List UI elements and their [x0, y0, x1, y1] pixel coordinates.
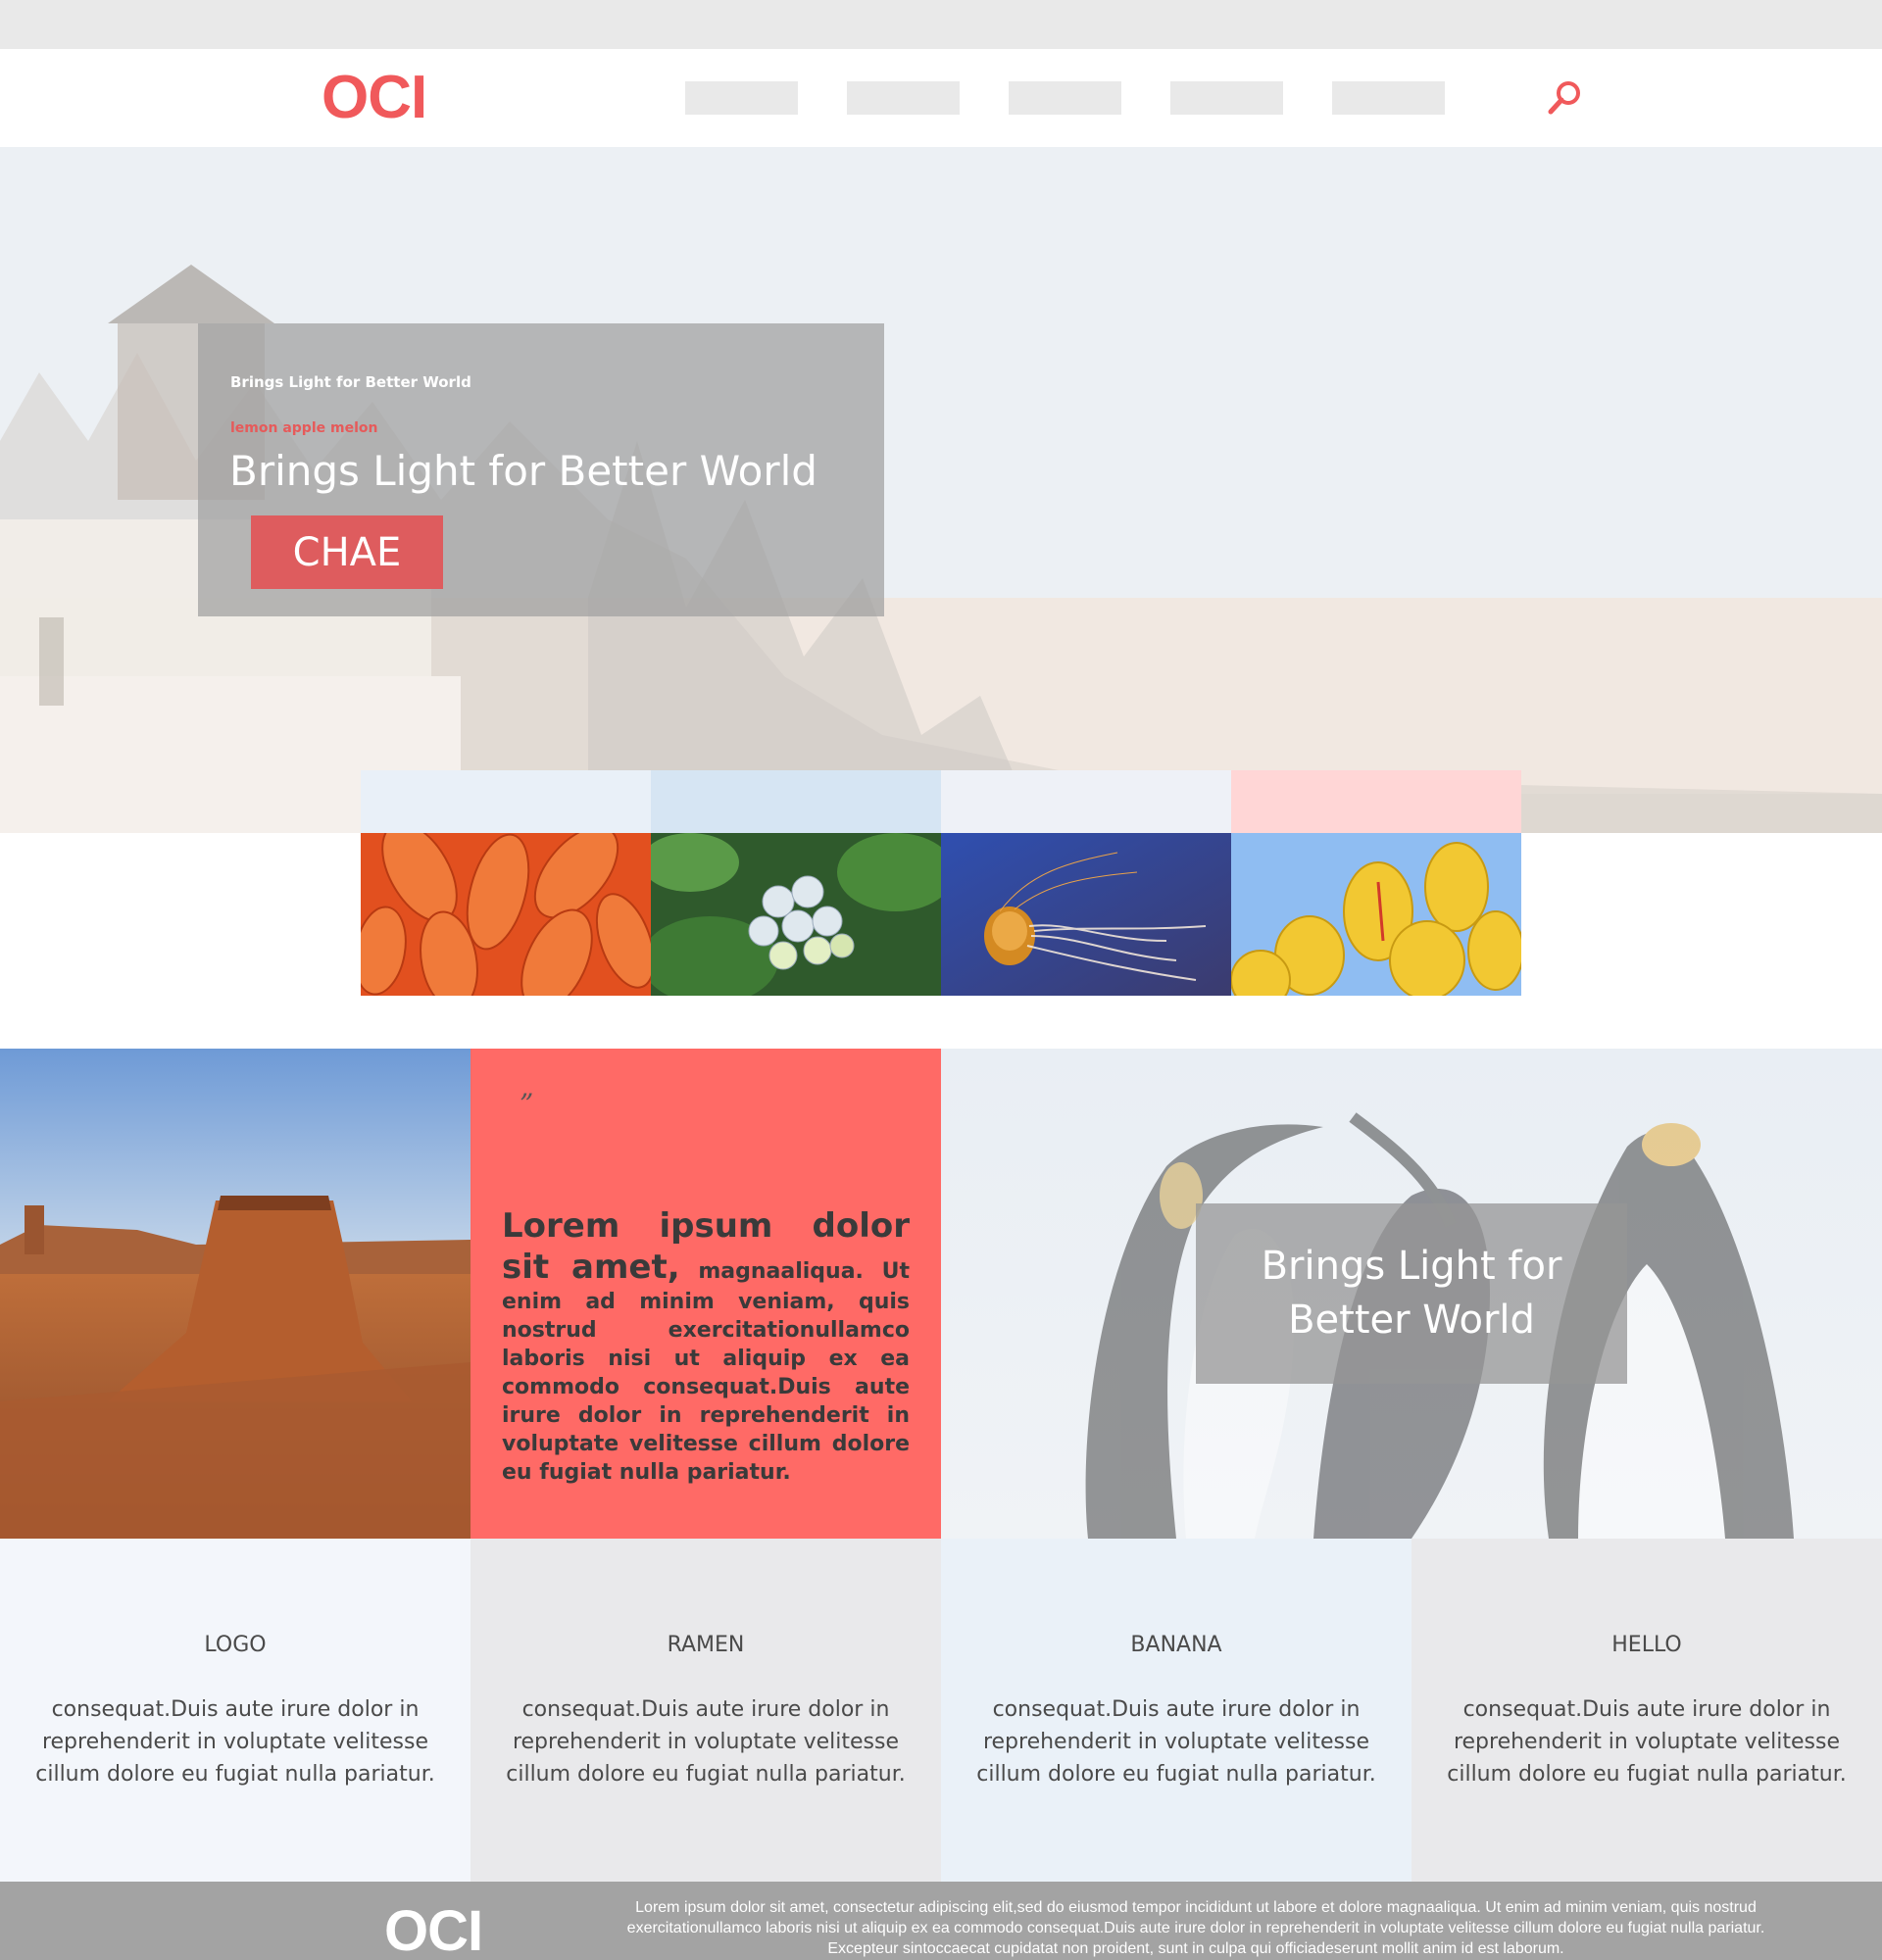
site-header: OCI [0, 49, 1882, 147]
gallery-tile-hydrangea[interactable] [651, 770, 941, 996]
penguin-caption: Brings Light for Better World [1196, 1203, 1627, 1384]
hydrangea-image [651, 833, 941, 996]
hero-title: Brings Light for Better World [229, 447, 817, 495]
quote-body: magnaaliqua. Ut enim ad minim veniam, qu… [502, 1259, 910, 1485]
brand-logo[interactable]: OCI [322, 63, 427, 133]
search-icon[interactable] [1543, 76, 1586, 120]
jellyfish-image [941, 833, 1231, 996]
gallery-tile-flower[interactable] [361, 770, 651, 996]
feature-row: ” Lorem ipsum dolor sit amet, magnaaliqu… [0, 1049, 1882, 1539]
tile-accent-3 [941, 770, 1231, 833]
main-nav [685, 81, 1445, 115]
column-title: RAMEN [667, 1633, 745, 1657]
column-1: LOGO consequat.Duis aute irure dolor in … [0, 1539, 470, 1882]
orange-flower-image [361, 833, 651, 996]
hero-card: Brings Light for Better World lemon appl… [198, 323, 884, 616]
column-body: consequat.Duis aute irure dolor in repre… [35, 1697, 435, 1787]
desert-butte-image [0, 1049, 470, 1539]
tile-accent-4 [1231, 770, 1521, 833]
hero-tag: lemon apple melon [230, 420, 378, 436]
penguin-panel: Brings Light for Better World [941, 1049, 1882, 1539]
column-title: BANANA [1130, 1633, 1222, 1657]
column-title: HELLO [1611, 1633, 1682, 1657]
gallery-tile-jellyfish[interactable] [941, 770, 1231, 996]
column-2: RAMEN consequat.Duis aute irure dolor in… [470, 1539, 941, 1882]
hero-cta-button[interactable]: CHAE [251, 515, 443, 589]
quote-panel: ” Lorem ipsum dolor sit amet, magnaaliqu… [470, 1049, 941, 1539]
column-title: LOGO [204, 1633, 267, 1657]
nav-item-3[interactable] [1009, 81, 1121, 115]
yellow-tulips-image [1231, 833, 1521, 996]
nav-item-4[interactable] [1170, 81, 1283, 115]
quote-text: Lorem ipsum dolor sit amet, magnaaliqua.… [502, 1205, 910, 1487]
nav-item-5[interactable] [1332, 81, 1445, 115]
top-strip [0, 0, 1882, 49]
column-body: consequat.Duis aute irure dolor in repre… [1447, 1697, 1847, 1787]
footer-logo[interactable]: OCI [384, 1899, 483, 1960]
nav-item-2[interactable] [847, 81, 960, 115]
column-3: BANANA consequat.Duis aute irure dolor i… [941, 1539, 1412, 1882]
column-body: consequat.Duis aute irure dolor in repre… [506, 1697, 906, 1787]
feature-columns: LOGO consequat.Duis aute irure dolor in … [0, 1539, 1882, 1882]
column-4: HELLO consequat.Duis aute irure dolor in… [1412, 1539, 1882, 1882]
gallery-tiles [361, 770, 1521, 996]
nav-item-1[interactable] [685, 81, 798, 115]
hero-banner: Brings Light for Better World lemon appl… [0, 147, 1882, 833]
footer-text: Lorem ipsum dolor sit amet, consectetur … [626, 1899, 1765, 1957]
gallery-tile-tulips[interactable] [1231, 770, 1521, 996]
tile-accent-1 [361, 770, 651, 833]
quote-mark: ” [520, 1088, 534, 1120]
column-body: consequat.Duis aute irure dolor in repre… [976, 1697, 1376, 1787]
site-footer: OCI Lorem ipsum dolor sit amet, consecte… [0, 1882, 1882, 1960]
tile-accent-2 [651, 770, 941, 833]
hero-small-label: Brings Light for Better World [230, 373, 471, 391]
